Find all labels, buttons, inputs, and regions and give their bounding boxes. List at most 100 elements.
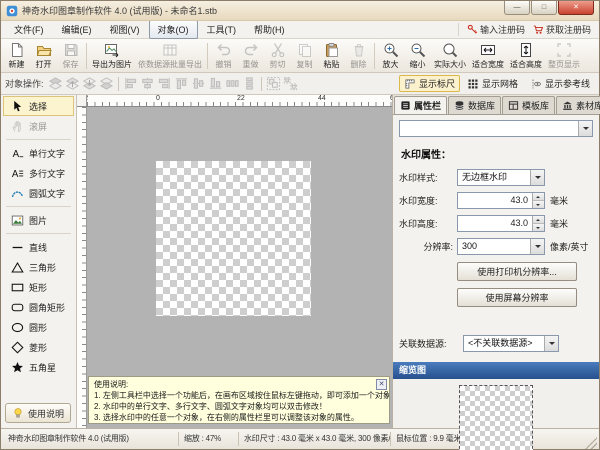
tool-panel-separator bbox=[6, 139, 71, 140]
tool-triangle-label: 三角形 bbox=[29, 261, 56, 274]
style-dropdown[interactable]: 无边框水印 bbox=[457, 169, 545, 186]
zoom-in-icon bbox=[383, 42, 399, 58]
spinner-arrows-icon[interactable] bbox=[532, 193, 544, 208]
view-toggles: 显示标尺 显示网格 显示参考线 bbox=[399, 75, 595, 92]
tab-materials[interactable]: 素材库 bbox=[556, 96, 600, 114]
new-label: 新建 bbox=[9, 59, 25, 70]
actual-size-label: 实际大小 bbox=[434, 59, 466, 70]
canvas-viewport[interactable]: 使用说明: 1. 左侧工具栏中选择一个功能后，在画布区域按住鼠标左键拖动，即可添… bbox=[87, 107, 392, 428]
height-spinner[interactable]: 43.0 bbox=[457, 215, 545, 232]
distribute-v-icon bbox=[242, 76, 257, 91]
tool-diamond[interactable]: 菱形 bbox=[3, 337, 74, 357]
tool-rounded-rectangle[interactable]: 圆角矩形 bbox=[3, 297, 74, 317]
tool-rectangle[interactable]: 矩形 bbox=[3, 277, 74, 297]
thumbnail-header: 缩览图 bbox=[393, 362, 599, 379]
zoom-out-button[interactable]: 缩小 bbox=[404, 41, 431, 71]
menu-object[interactable]: 对象(O) bbox=[149, 20, 198, 39]
tool-triangle[interactable]: 三角形 bbox=[3, 257, 74, 277]
export-image-button[interactable]: 导出为图片 bbox=[89, 41, 135, 71]
tool-star[interactable]: 五角星 bbox=[3, 357, 74, 377]
tool-multi-line-text[interactable]: A 多行文字 bbox=[3, 163, 74, 183]
width-spinner[interactable]: 43.0 bbox=[457, 192, 545, 209]
actual-size-button[interactable]: 实际大小 bbox=[431, 41, 469, 71]
use-printer-resolution-button[interactable]: 使用打印机分辨率... bbox=[457, 262, 577, 281]
tool-panel-separator bbox=[6, 206, 71, 207]
instructions-close-button[interactable]: ✕ bbox=[376, 379, 387, 390]
layer-back-icon bbox=[99, 76, 114, 91]
single-text-icon: A bbox=[11, 147, 24, 160]
menu-tools[interactable]: 工具(T) bbox=[198, 20, 246, 39]
minimize-button[interactable]: — bbox=[504, 1, 530, 15]
properties-panel: 水印属性： 水印样式: 无边框水印 水印宽度: 43.0 毫米 bbox=[393, 114, 599, 428]
watermark-artboard[interactable] bbox=[156, 161, 311, 316]
show-grid-toggle[interactable]: 显示网格 bbox=[462, 75, 523, 92]
tab-properties[interactable]: 属性栏 bbox=[394, 96, 447, 114]
show-ruler-toggle[interactable]: 显示标尺 bbox=[399, 75, 460, 92]
spinner-arrows-icon[interactable] bbox=[532, 216, 544, 231]
use-screen-resolution-button[interactable]: 使用屏幕分辨率 bbox=[457, 288, 577, 307]
maximize-button[interactable]: □ bbox=[531, 1, 557, 15]
menu-view[interactable]: 视图(V) bbox=[101, 20, 149, 39]
line-icon bbox=[11, 241, 24, 254]
copy-button: 复制 bbox=[291, 41, 318, 71]
resize-grip[interactable] bbox=[585, 437, 597, 449]
status-app-name: 神奇水印图章制作软件 4.0 (试用版) bbox=[3, 432, 179, 446]
multi-text-icon: A bbox=[11, 167, 24, 180]
tool-line[interactable]: 直线 bbox=[3, 237, 74, 257]
get-register-code-link[interactable]: 获取注册码 bbox=[533, 23, 591, 36]
fit-height-button[interactable]: 适合高度 bbox=[507, 41, 545, 71]
layer-front-icon bbox=[48, 76, 63, 91]
cut-label: 剪切 bbox=[270, 59, 286, 70]
new-button[interactable]: 新建 bbox=[3, 41, 30, 71]
window-title: 神奇水印图章制作软件 4.0 (试用版) - 未命名1.stb bbox=[22, 4, 217, 17]
tool-arc-text[interactable]: 圆弧文字 bbox=[3, 183, 74, 203]
zoom-in-button[interactable]: 放大 bbox=[377, 41, 404, 71]
menu-edit[interactable]: 编辑(E) bbox=[53, 20, 101, 39]
paste-button[interactable]: 粘贴 bbox=[318, 41, 345, 71]
help-button[interactable]: 使用说明 bbox=[5, 403, 71, 423]
instructions-line: 1. 左侧工具栏中选择一个功能后，在画布区域按住鼠标左键拖动，即可添加一个对象！ bbox=[94, 390, 384, 401]
database-tab-icon bbox=[454, 100, 465, 111]
ruler-label: 66 bbox=[390, 95, 392, 102]
enter-register-code-link[interactable]: 输入注册码 bbox=[467, 23, 525, 36]
undo-icon bbox=[216, 42, 232, 58]
panel-tabs: 属性栏 数据库 模板库 素材库 bbox=[393, 95, 599, 114]
redo-label: 重做 bbox=[243, 59, 259, 70]
align-right-icon bbox=[157, 76, 172, 91]
thumbnail-preview[interactable] bbox=[459, 385, 533, 450]
tab-templates[interactable]: 模板库 bbox=[502, 96, 555, 114]
triangle-icon bbox=[11, 261, 24, 274]
delete-icon bbox=[351, 42, 367, 58]
show-guides-toggle[interactable]: 显示参考线 bbox=[525, 75, 595, 92]
undo-label: 撤销 bbox=[216, 59, 232, 70]
tool-image[interactable]: 图片 bbox=[3, 210, 74, 230]
align-center-h-icon bbox=[140, 76, 155, 91]
datasource-dropdown[interactable]: <不关联数据源> bbox=[463, 335, 559, 352]
svg-text:A: A bbox=[13, 148, 20, 159]
ungroup-icon bbox=[283, 76, 298, 91]
tool-arc-text-label: 圆弧文字 bbox=[29, 187, 65, 200]
key-icon bbox=[467, 24, 478, 35]
toolbar-separator bbox=[86, 43, 87, 69]
watermark-style-row: 水印样式: 无边框水印 bbox=[399, 169, 593, 186]
close-button[interactable]: ✕ bbox=[558, 1, 594, 15]
dpi-dropdown[interactable]: 300 bbox=[457, 238, 545, 255]
horizontal-ruler: -22 0 22 44 66 bbox=[87, 95, 392, 107]
rectangle-icon bbox=[11, 281, 24, 294]
tab-database[interactable]: 数据库 bbox=[448, 96, 501, 114]
right-panel: 属性栏 数据库 模板库 素材库 bbox=[392, 95, 599, 428]
tool-circle[interactable]: 圆形 bbox=[3, 317, 74, 337]
redo-button: 重做 bbox=[237, 41, 264, 71]
export-image-icon bbox=[104, 42, 120, 58]
menu-file[interactable]: 文件(F) bbox=[5, 20, 53, 39]
usage-instructions-box: 使用说明: 1. 左侧工具栏中选择一个功能后，在画布区域按住鼠标左键拖动，即可添… bbox=[88, 376, 390, 424]
menu-help[interactable]: 帮助(H) bbox=[245, 20, 294, 39]
watermark-width-row: 水印宽度: 43.0 毫米 bbox=[399, 192, 593, 209]
tool-single-line-text[interactable]: A 单行文字 bbox=[3, 143, 74, 163]
datasource-row: 关联数据源: <不关联数据源> bbox=[399, 335, 593, 352]
tool-select[interactable]: 选择 bbox=[3, 96, 74, 116]
object-selector-dropdown[interactable] bbox=[399, 120, 593, 137]
fit-width-button[interactable]: 适合宽度 bbox=[469, 41, 507, 71]
open-button[interactable]: 打开 bbox=[30, 41, 57, 71]
layer-forward-icon bbox=[65, 76, 80, 91]
